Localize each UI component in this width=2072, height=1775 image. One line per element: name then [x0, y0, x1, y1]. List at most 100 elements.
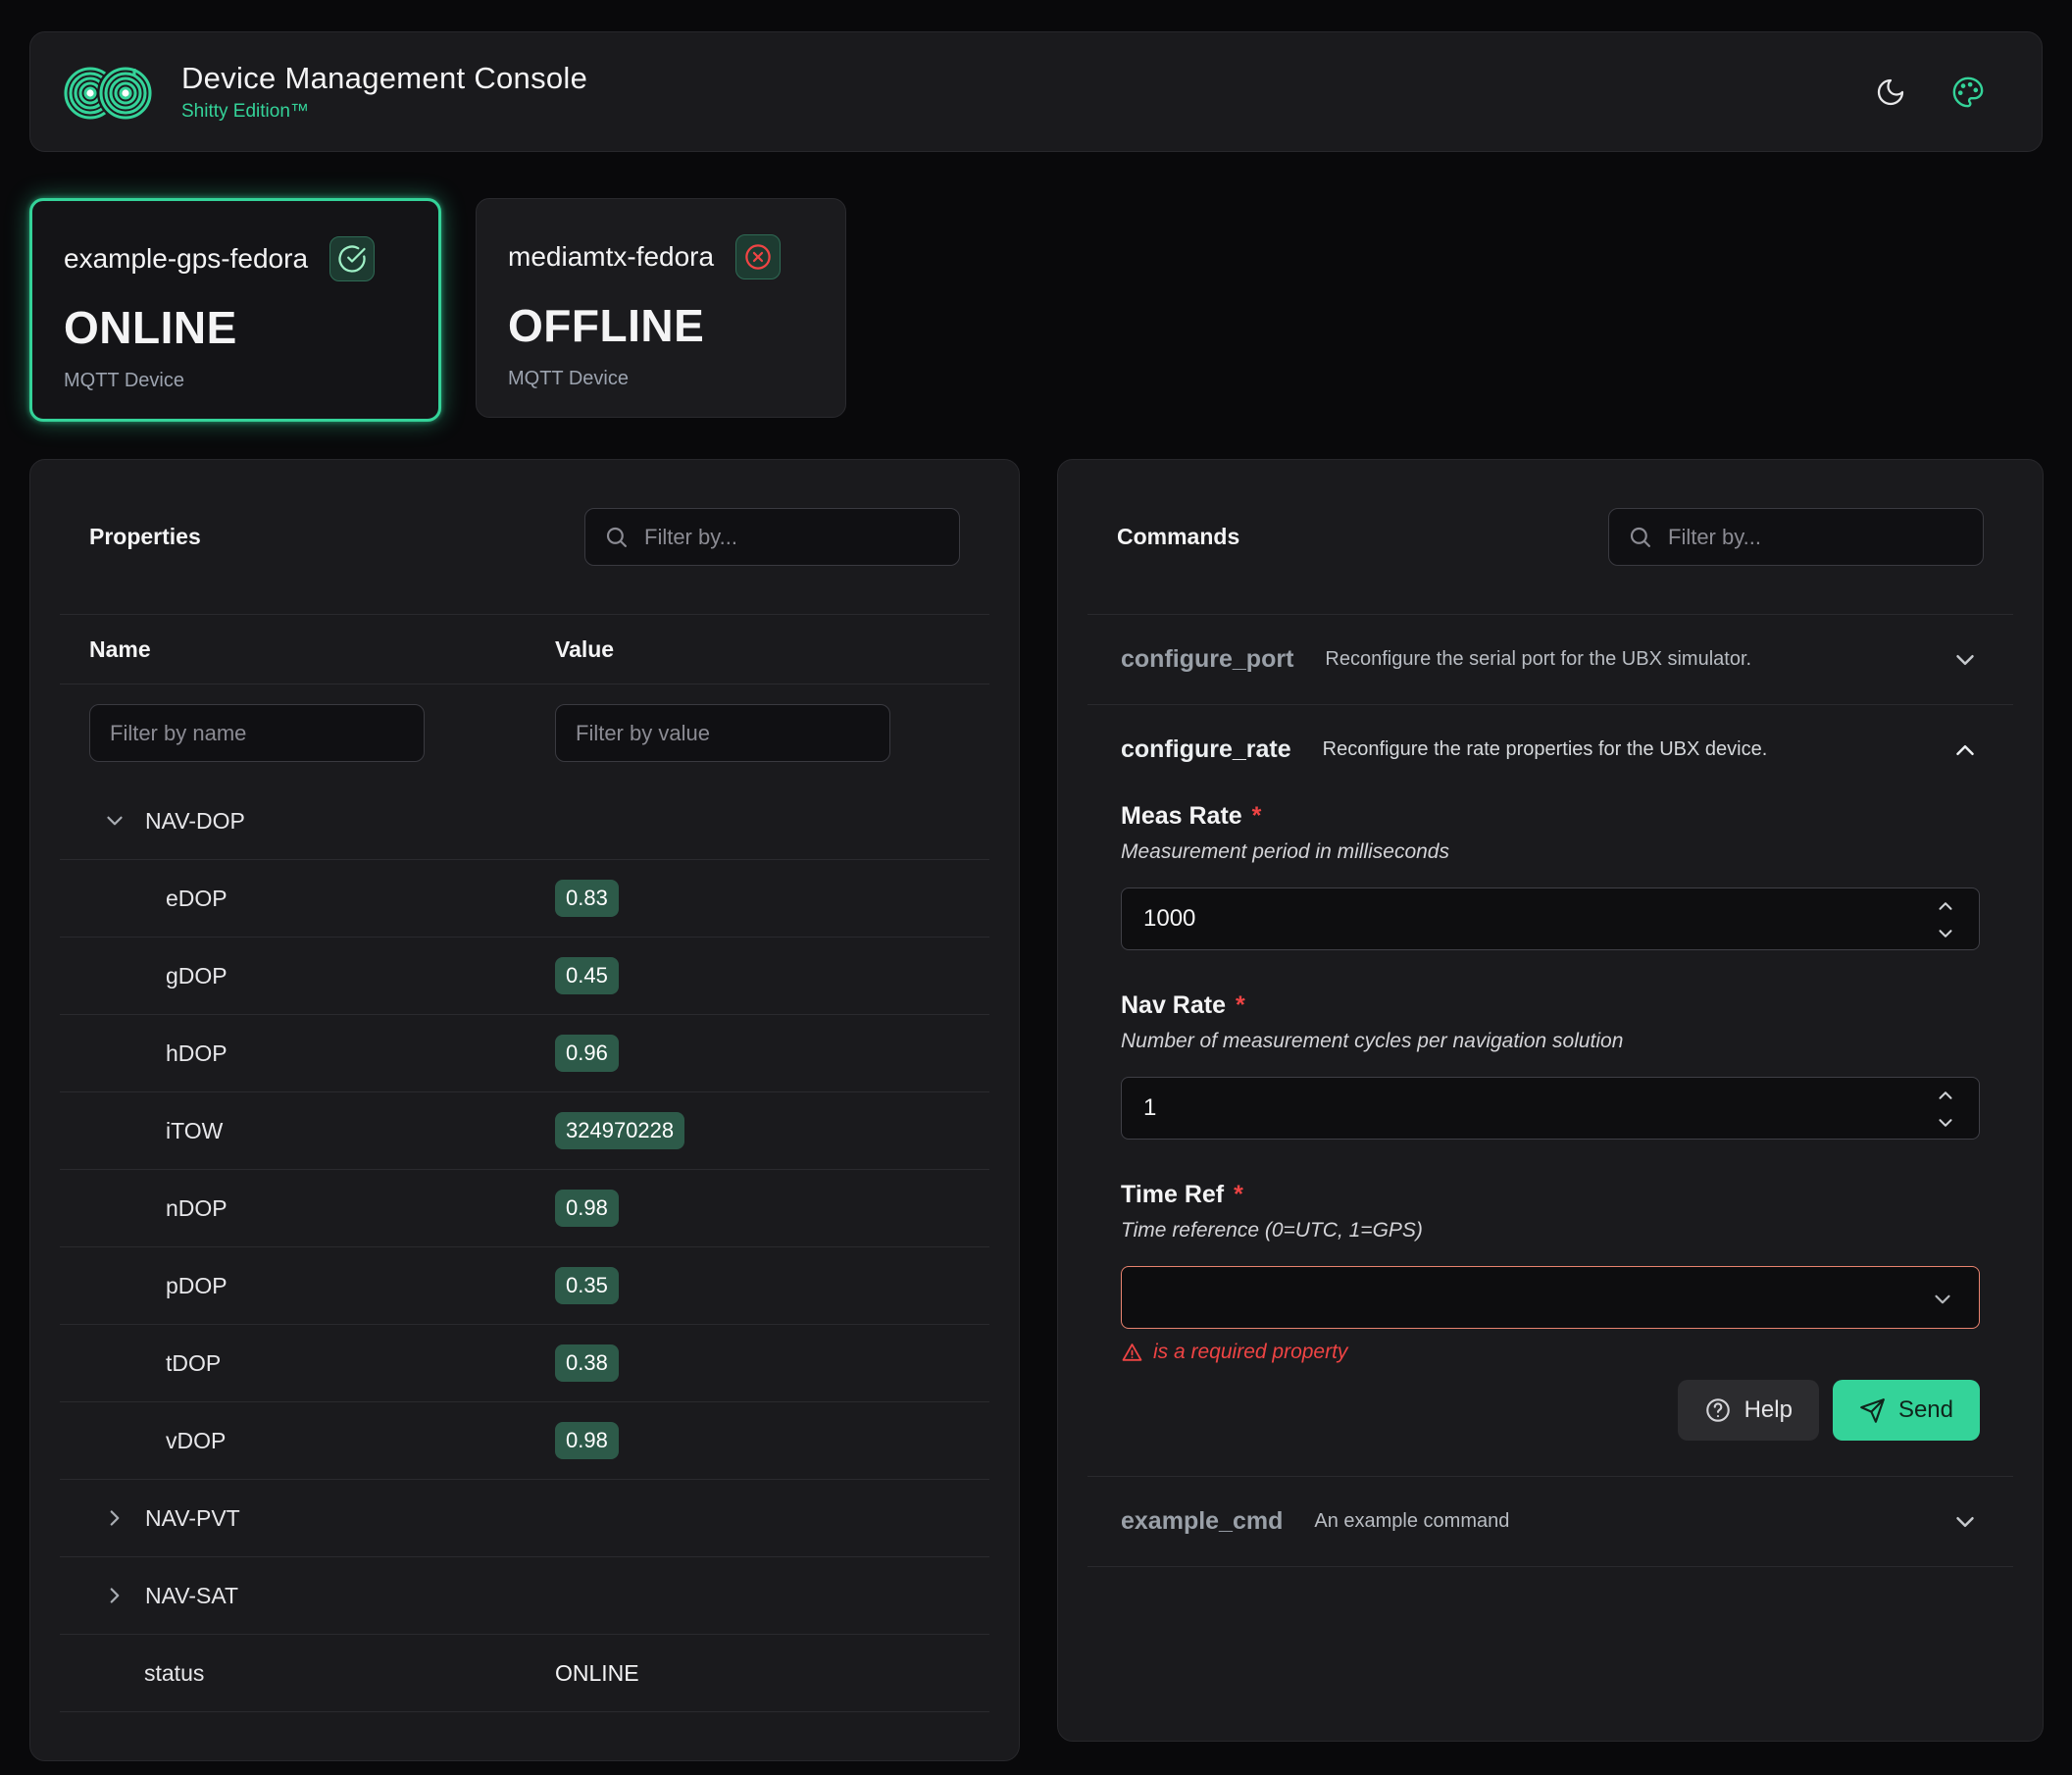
stepper-up-button[interactable] — [1935, 1085, 1956, 1106]
property-value-badge: 0.98 — [555, 1422, 619, 1458]
properties-filter-input[interactable] — [644, 525, 940, 550]
device-card-mediamtx-fedora[interactable]: mediamtx-fedora OFFLINE MQTT Device — [476, 198, 846, 418]
chevron-down-icon — [1935, 1112, 1956, 1134]
app-logo-icon — [64, 60, 154, 125]
property-row-pdop: pDOP 0.35 — [60, 1247, 989, 1324]
commands-filter-input[interactable] — [1668, 525, 1964, 550]
time-ref-field: Time Ref * Time reference (0=UTC, 1=GPS)… — [1121, 1181, 1980, 1364]
commands-filter-box — [1608, 508, 1984, 566]
device-name: example-gps-fedora — [64, 243, 308, 275]
device-card-example-gps-fedora[interactable]: example-gps-fedora ONLINE MQTT Device — [29, 198, 441, 422]
command-configure-rate[interactable]: configure_rate Reconfigure the rate prop… — [1087, 705, 2013, 794]
stepper-up-button[interactable] — [1935, 895, 1956, 917]
chevron-right-icon — [102, 1583, 127, 1608]
commands-panel: Commands configure_port Reconfigure the … — [1057, 459, 2044, 1742]
column-header-value: Value — [555, 636, 614, 663]
chevron-right-icon — [102, 1505, 127, 1531]
device-status-badge — [329, 236, 375, 281]
property-name: nDOP — [166, 1195, 227, 1222]
chevron-up-icon — [1950, 735, 1980, 765]
theme-picker-button[interactable] — [1951, 76, 1985, 109]
device-name: mediamtx-fedora — [508, 241, 714, 273]
property-name: gDOP — [166, 963, 227, 989]
send-icon — [1859, 1397, 1886, 1424]
field-description: Measurement period in milliseconds — [1121, 840, 1980, 864]
page-subtitle: Shitty Edition™ — [181, 101, 587, 123]
meas-rate-field: Meas Rate * Measurement period in millis… — [1121, 802, 1980, 950]
property-group-nav-dop[interactable]: NAV-DOP — [60, 783, 989, 859]
help-button-label: Help — [1744, 1396, 1793, 1424]
property-value-badge: 0.98 — [555, 1190, 619, 1226]
property-name: pDOP — [166, 1273, 227, 1299]
value-filter-input[interactable] — [555, 704, 890, 762]
validation-error: is a required property — [1121, 1341, 1980, 1364]
property-group-nav-sat[interactable]: NAV-SAT — [60, 1557, 989, 1634]
meas-rate-input[interactable] — [1121, 888, 1980, 950]
field-label: Meas Rate — [1121, 802, 1242, 831]
column-header-name: Name — [89, 636, 555, 663]
circle-check-icon — [337, 244, 367, 274]
property-value-badge: 0.38 — [555, 1344, 619, 1381]
device-type: MQTT Device — [508, 368, 814, 390]
warning-triangle-icon — [1121, 1342, 1143, 1364]
command-description: Reconfigure the serial port for the UBX … — [1325, 648, 1751, 671]
circle-x-icon — [743, 242, 773, 272]
nav-rate-input[interactable] — [1121, 1077, 1980, 1140]
name-filter-input[interactable] — [89, 704, 425, 762]
property-name: hDOP — [166, 1040, 227, 1067]
device-status-text: ONLINE — [64, 301, 407, 354]
command-description: An example command — [1314, 1510, 1509, 1533]
device-status-text: OFFLINE — [508, 299, 814, 352]
chevron-up-icon — [1935, 1085, 1956, 1106]
property-value-badge: 0.45 — [555, 957, 619, 993]
property-value: ONLINE — [555, 1660, 639, 1687]
property-row-status: status ONLINE — [60, 1635, 989, 1711]
property-name: vDOP — [166, 1428, 226, 1454]
property-value-badge: 0.35 — [555, 1267, 619, 1303]
search-icon — [604, 525, 630, 550]
property-name: eDOP — [166, 886, 227, 912]
group-label: NAV-PVT — [145, 1505, 240, 1532]
nav-rate-field: Nav Rate * Number of measurement cycles … — [1121, 991, 1980, 1140]
stepper-down-button[interactable] — [1935, 923, 1956, 944]
command-name: configure_port — [1121, 645, 1293, 674]
send-button-label: Send — [1898, 1396, 1953, 1424]
property-value-badge: 0.96 — [555, 1035, 619, 1071]
time-ref-select[interactable] — [1121, 1266, 1980, 1329]
chevron-down-icon — [102, 808, 127, 834]
field-label: Nav Rate — [1121, 991, 1226, 1020]
chevron-down-icon — [1935, 923, 1956, 944]
page-title: Device Management Console — [181, 61, 587, 96]
device-status-badge — [735, 234, 781, 279]
commands-title: Commands — [1117, 524, 1239, 550]
configure-rate-form: Meas Rate * Measurement period in millis… — [1087, 794, 2013, 1476]
field-label: Time Ref — [1121, 1181, 1224, 1209]
moon-icon — [1875, 76, 1906, 108]
property-group-nav-pvt[interactable]: NAV-PVT — [60, 1480, 989, 1556]
help-button[interactable]: Help — [1678, 1380, 1819, 1441]
property-value-badge: 0.83 — [555, 880, 619, 916]
property-row-hdop: hDOP 0.96 — [60, 1015, 989, 1091]
properties-panel: Properties Name Value NAV-DOP eDOP — [29, 459, 1020, 1761]
dark-mode-toggle[interactable] — [1875, 76, 1906, 108]
property-value-badge: 324970228 — [555, 1112, 684, 1148]
command-description: Reconfigure the rate properties for the … — [1323, 738, 1768, 761]
property-name: iTOW — [166, 1118, 223, 1144]
required-asterisk: * — [1234, 1181, 1243, 1209]
command-name: example_cmd — [1121, 1507, 1283, 1536]
app-header: Device Management Console Shitty Edition… — [29, 31, 2043, 152]
command-example-cmd[interactable]: example_cmd An example command — [1087, 1477, 2013, 1566]
field-description: Time reference (0=UTC, 1=GPS) — [1121, 1219, 1980, 1242]
device-type: MQTT Device — [64, 370, 407, 392]
property-row-gdop: gDOP 0.45 — [60, 938, 989, 1014]
stepper-down-button[interactable] — [1935, 1112, 1956, 1134]
group-label: NAV-DOP — [145, 808, 245, 835]
property-row-tdop: tDOP 0.38 — [60, 1325, 989, 1401]
chevron-down-icon — [1930, 1287, 1955, 1312]
property-row-vdop: vDOP 0.98 — [60, 1402, 989, 1479]
properties-filter-box — [584, 508, 960, 566]
command-configure-port[interactable]: configure_port Reconfigure the serial po… — [1087, 615, 2013, 704]
field-description: Number of measurement cycles per navigat… — [1121, 1030, 1980, 1053]
send-button[interactable]: Send — [1833, 1380, 1980, 1441]
property-row-ndop: nDOP 0.98 — [60, 1170, 989, 1246]
